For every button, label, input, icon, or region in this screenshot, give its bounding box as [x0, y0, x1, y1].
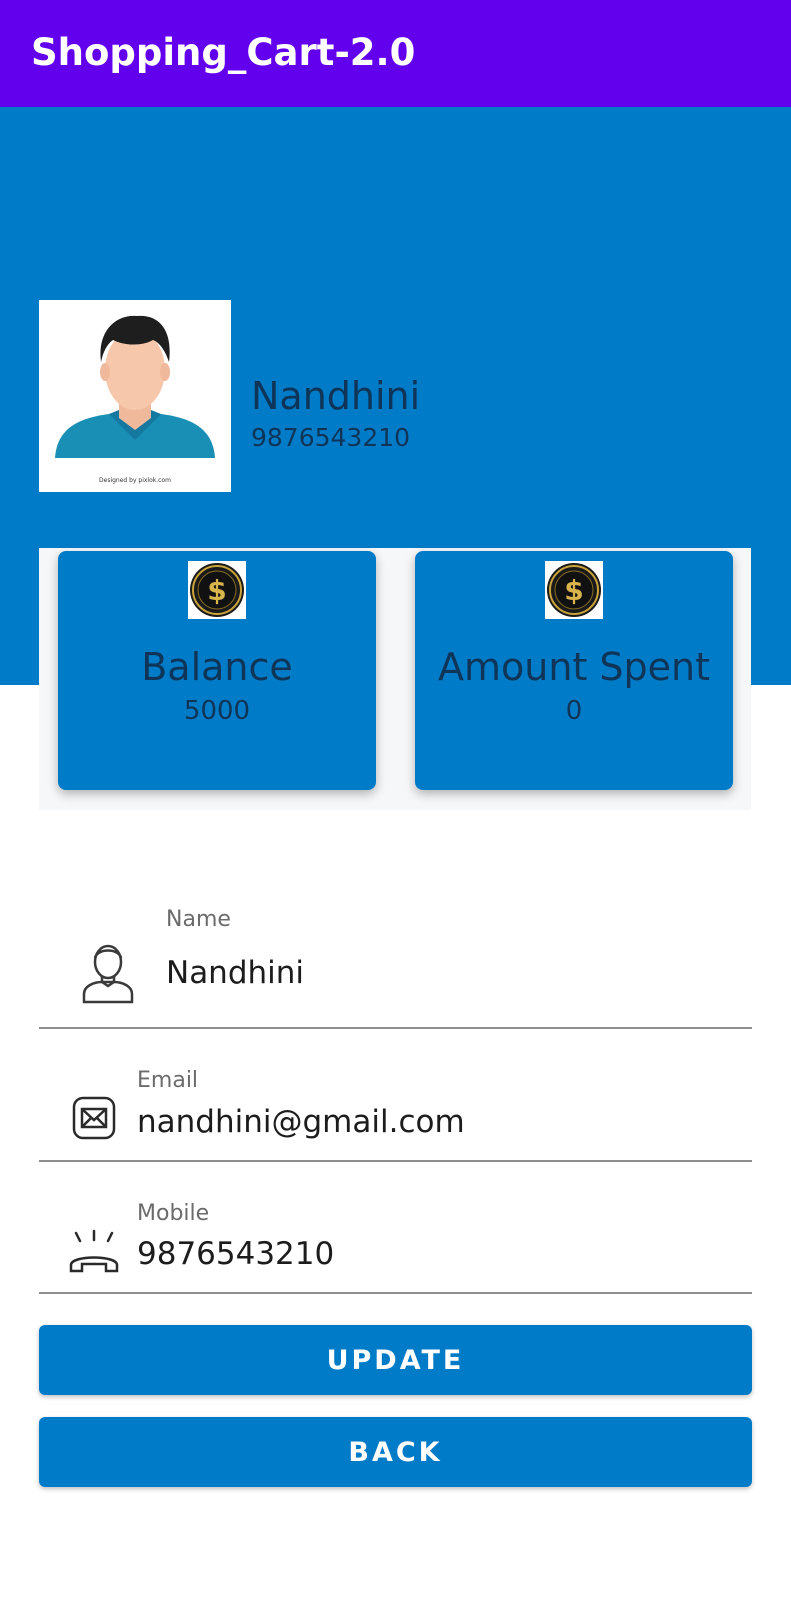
- name-underline: [39, 1027, 752, 1029]
- email-underline: [39, 1160, 752, 1162]
- amount-spent-title: Amount Spent: [437, 645, 710, 689]
- profile-name: Nandhini: [251, 374, 421, 418]
- app-title: Shopping_Cart-2.0: [31, 31, 416, 74]
- profile-phone: 9876543210: [251, 423, 411, 452]
- update-button[interactable]: UPDATE: [39, 1325, 752, 1395]
- name-input[interactable]: [166, 953, 726, 993]
- mobile-input[interactable]: [137, 1234, 697, 1274]
- svg-text:$: $: [207, 574, 226, 607]
- amount-spent-card: $ Amount Spent 0: [415, 551, 733, 790]
- back-button[interactable]: BACK: [39, 1417, 752, 1487]
- user-icon: [80, 940, 136, 1008]
- app-bar: Shopping_Cart-2.0: [0, 0, 791, 107]
- dollar-coin-icon: $: [545, 561, 603, 619]
- email-input[interactable]: [137, 1102, 697, 1142]
- avatar-caption: Designed by pixlok.com: [99, 477, 171, 484]
- email-label: Email: [137, 1068, 199, 1093]
- mail-icon: [72, 1096, 116, 1144]
- balance-title: Balance: [141, 645, 293, 689]
- mobile-label: Mobile: [137, 1201, 210, 1226]
- phone-ringing-icon: [68, 1229, 120, 1279]
- avatar: Designed by pixlok.com: [39, 300, 231, 492]
- balance-card: $ Balance 5000: [58, 551, 376, 790]
- name-label: Name: [166, 907, 231, 932]
- avatar-image: [55, 315, 215, 458]
- amount-spent-value: 0: [565, 696, 583, 726]
- balance-value: 5000: [183, 696, 251, 726]
- svg-text:$: $: [564, 574, 583, 607]
- dollar-coin-icon: $: [188, 561, 246, 619]
- mobile-underline: [39, 1292, 752, 1294]
